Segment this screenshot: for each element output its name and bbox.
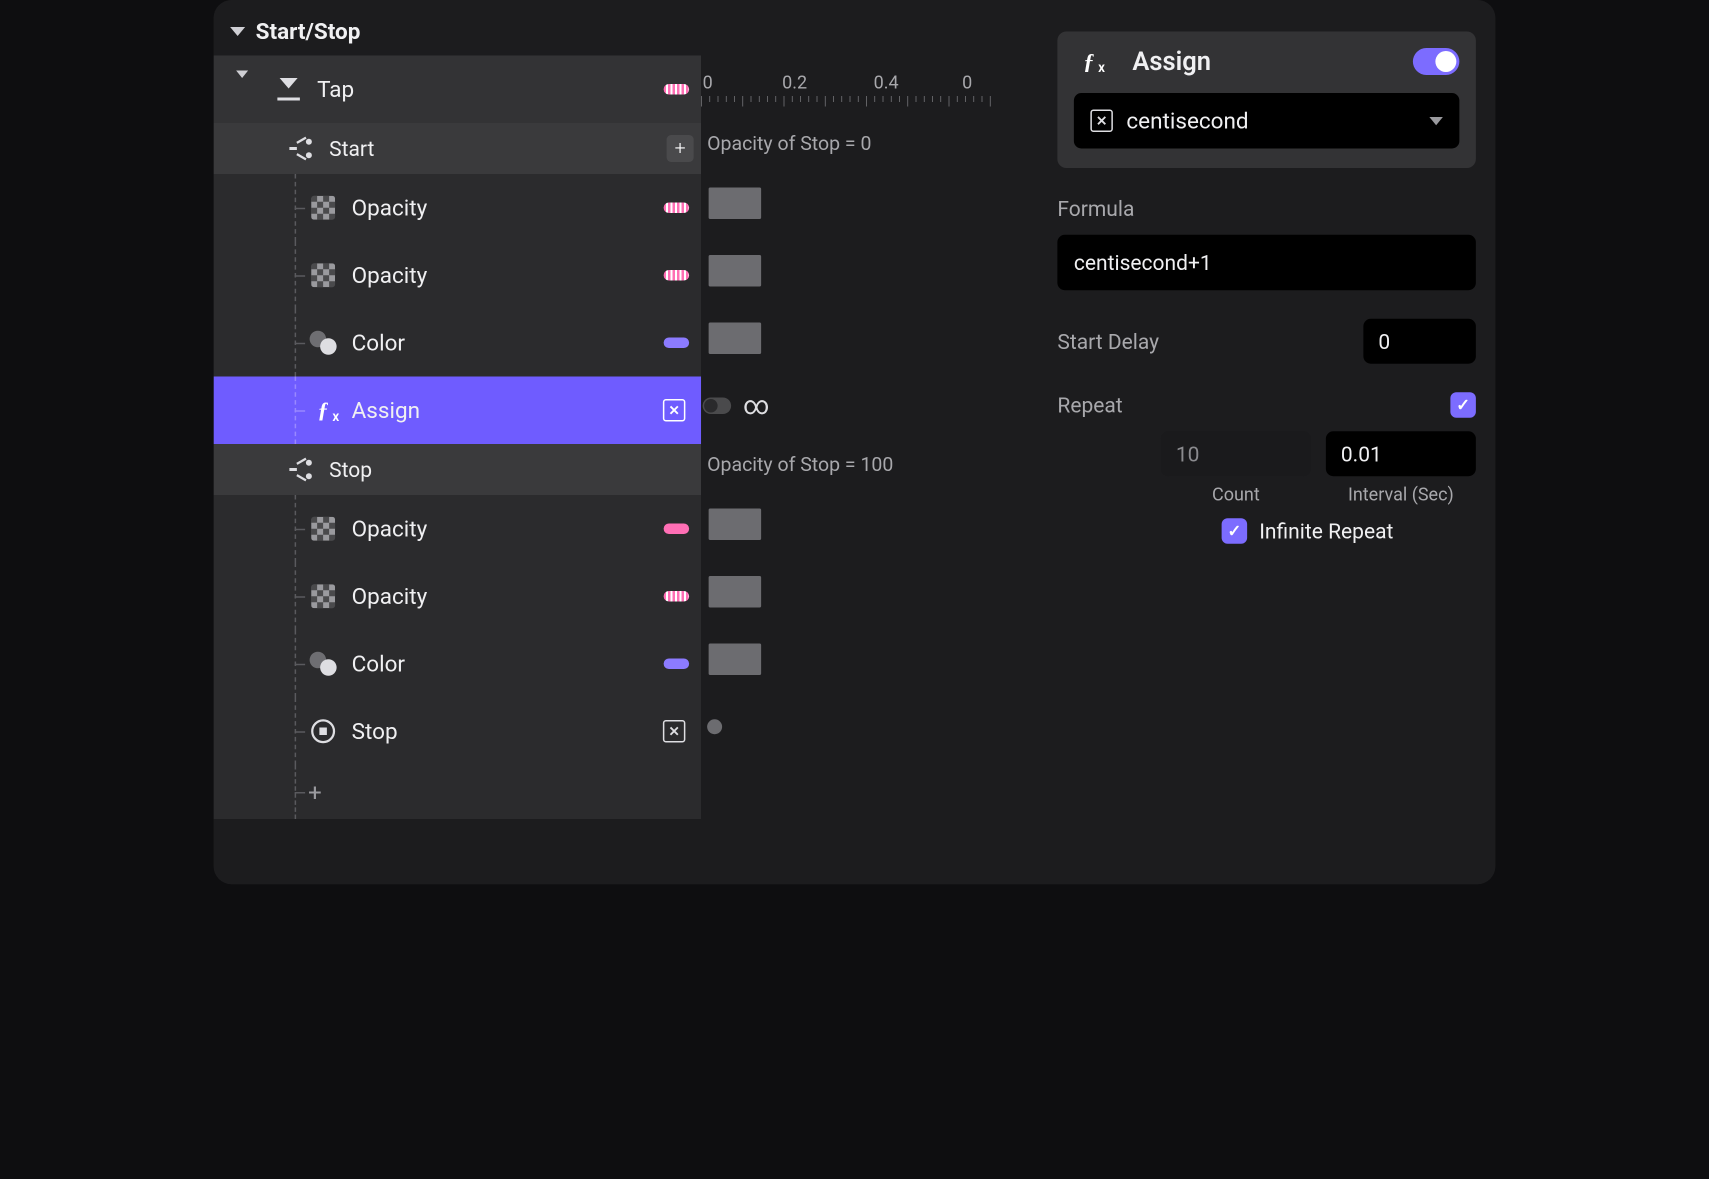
infinite-checkbox[interactable]: ✓ [1222,518,1248,544]
action-label: Opacity [352,516,664,542]
assign-row[interactable]: ƒx Assign [214,377,702,445]
branch-icon [286,455,316,485]
start-delay-input[interactable]: 0 [1363,319,1476,364]
color-swatch[interactable] [664,338,690,349]
timeline: 0 0.2 0.4 0 Opacity of Stop = 0 ∞ Opacit… [701,0,1038,884]
opacity-icon [308,260,338,290]
color-swatch[interactable] [664,659,690,670]
formula-value: centisecond+1 [1074,250,1212,275]
repeat-label: Repeat [1057,393,1122,418]
formula-input[interactable]: centisecond+1 [1057,235,1476,291]
variable-icon[interactable] [659,716,689,746]
action-label: Opacity [352,583,664,609]
timeline-text: Opacity of Stop = 100 [707,454,893,477]
tick-label: 0 [703,72,713,93]
action-label: Color [352,651,664,677]
tap-row[interactable]: Tap [214,56,702,124]
variable-icon[interactable] [659,395,689,425]
action-label: Color [352,330,664,356]
action-label: Opacity [352,195,664,221]
start-delay-value: 0 [1378,329,1390,354]
formula-label: Formula [1057,197,1476,222]
tick-label: 0.4 [874,72,899,93]
stop-label: Stop [329,457,689,482]
tap-label: Tap [317,76,664,102]
timeline-block[interactable] [709,644,762,676]
opacity-icon [308,514,338,544]
section-title: Start/Stop [256,18,361,44]
opacity-row[interactable]: Opacity [214,495,702,563]
add-action-row[interactable]: + [214,765,702,819]
tick-label: 0.2 [782,72,807,93]
disclosure-icon [230,27,245,36]
function-icon: ƒx [1074,47,1104,77]
repeat-count-value: 10 [1176,441,1200,466]
color-row[interactable]: Color [214,630,702,698]
plus-icon: + [308,780,322,804]
repeat-interval-input[interactable]: 0.01 [1326,431,1476,476]
infinite-label: Infinite Repeat [1259,519,1393,544]
disclosure-icon[interactable] [236,78,248,101]
action-label: Opacity [352,262,664,288]
stop-action-row[interactable]: Stop [214,698,702,766]
timeline-block[interactable] [709,576,762,608]
timeline-block[interactable] [709,323,762,355]
color-swatch[interactable] [664,524,690,535]
ruler-ticks [701,96,1038,107]
start-label: Start [329,136,689,161]
section-header[interactable]: Start/Stop [214,8,702,56]
action-label: Assign [352,397,660,423]
opacity-icon [308,581,338,611]
opacity-row[interactable]: Opacity [214,563,702,631]
stop-group[interactable]: Stop [214,444,702,495]
loop-toggle[interactable] [703,398,732,415]
properties-panel: ƒx Assign centisecond Formula centisecon… [1038,0,1496,884]
action-label: Stop [352,718,660,744]
color-row[interactable]: Color [214,309,702,377]
start-delay-label: Start Delay [1057,329,1159,354]
timeline-block[interactable] [709,255,762,287]
panel-title: Assign [1132,47,1398,77]
color-icon [308,328,338,358]
opacity-row[interactable]: Opacity [214,174,702,242]
timeline-block[interactable] [709,188,762,220]
repeat-checkbox[interactable]: ✓ [1450,392,1476,418]
function-icon: ƒx [308,395,338,425]
stop-icon [308,716,338,746]
tick-label: 0 [962,72,972,93]
color-swatch[interactable] [664,203,690,214]
branch-icon [286,134,316,164]
opacity-row[interactable]: Opacity [214,242,702,310]
assign-panel: ƒx Assign centisecond [1057,32,1476,169]
color-swatch[interactable] [664,270,690,281]
action-tree: Start/Stop Tap Start + Opacity Opacity [214,0,702,884]
timeline-dot[interactable] [707,719,722,734]
chevron-down-icon [1429,117,1443,125]
tap-icon [274,74,304,104]
count-sublabel: Count [1212,484,1260,505]
color-swatch[interactable] [664,591,690,602]
variable-icon [1090,110,1113,133]
variable-select[interactable]: centisecond [1074,93,1460,149]
repeat-interval-value: 0.01 [1341,441,1382,466]
repeat-count-input[interactable]: 10 [1161,431,1311,476]
timeline-block[interactable] [709,509,762,541]
opacity-icon [308,193,338,223]
add-button[interactable]: + [667,135,694,162]
time-ruler[interactable]: 0 0.2 0.4 0 [701,66,1038,119]
color-icon [308,649,338,679]
color-swatch[interactable] [664,84,690,95]
enabled-toggle[interactable] [1413,48,1460,75]
interval-sublabel: Interval (Sec) [1348,484,1454,505]
timeline-text: Opacity of Stop = 0 [707,133,871,156]
infinity-icon: ∞ [743,391,769,421]
variable-name: centisecond [1126,108,1248,134]
start-group[interactable]: Start + [214,123,702,174]
